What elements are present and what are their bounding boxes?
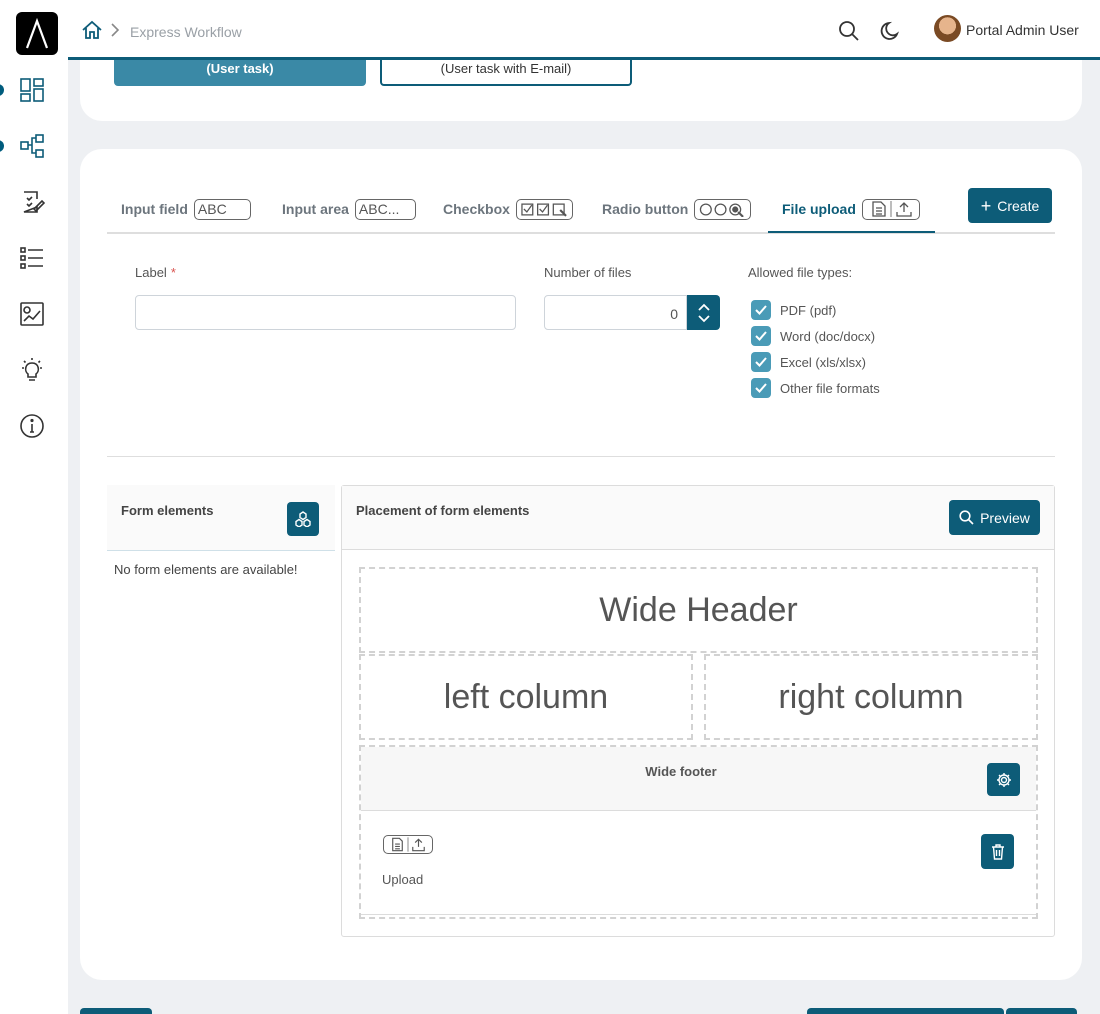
element-type-tabs: Input field ABC Input area ABC... Checkb… (107, 184, 1055, 234)
file-type-label: Other file formats (780, 380, 880, 396)
form-elements-header: Form elements (107, 485, 335, 551)
lightbulb-icon[interactable] (14, 352, 50, 388)
preview-button[interactable]: Preview (949, 500, 1040, 535)
wide-footer-zone[interactable]: Wide footer Upload (359, 745, 1038, 919)
checkbox-checked[interactable] (751, 352, 771, 372)
tab-input-field[interactable]: Input field ABC (121, 184, 251, 234)
user-name[interactable]: Portal Admin User (966, 22, 1079, 38)
wide-footer-header: Wide footer (361, 747, 1036, 811)
form-elements-title: Form elements (121, 503, 214, 518)
form-builder-card: Input field ABC Input area ABC... Checkb… (80, 149, 1082, 980)
allowed-file-types-title: Allowed file types: (748, 265, 853, 280)
cubes-icon (295, 511, 311, 527)
tab-label: Checkbox (443, 201, 510, 217)
search-icon (959, 510, 974, 525)
checkbox-checked[interactable] (751, 378, 771, 398)
sidebar (0, 0, 68, 1014)
search-icon[interactable] (838, 20, 860, 42)
form-elements-panel: Form elements No form elements are avail… (107, 485, 335, 745)
label-input[interactable] (135, 295, 516, 330)
chevron-up-icon[interactable] (697, 303, 710, 311)
breadcrumb-current[interactable]: Express Workflow (130, 24, 242, 40)
list-icon[interactable] (14, 240, 50, 276)
dark-mode-moon-icon[interactable] (880, 20, 902, 42)
upload-element[interactable]: Upload (361, 813, 1036, 915)
avatar[interactable] (934, 15, 961, 42)
placement-header: Placement of form elements Preview (342, 486, 1054, 550)
section-divider (107, 456, 1055, 457)
file-type-other[interactable]: Other file formats (751, 378, 880, 398)
task-type-card: (User task) (User task with E-mail) (80, 60, 1082, 121)
user-task-button[interactable]: (User task) (114, 60, 366, 86)
checkbox-group-icon (515, 198, 573, 220)
statistics-icon[interactable] (14, 296, 50, 332)
tab-label: Radio button (602, 201, 689, 217)
info-icon[interactable] (14, 408, 50, 444)
task-checklist-icon[interactable] (14, 184, 50, 220)
wide-footer-title: Wide footer (645, 764, 717, 779)
tab-input-area[interactable]: Input area ABC... (282, 184, 416, 234)
right-column-zone[interactable]: right column (704, 654, 1038, 740)
create-label: Create (997, 197, 1040, 214)
file-type-excel[interactable]: Excel (xls/xlsx) (751, 352, 866, 372)
app-logo[interactable] (16, 12, 58, 55)
label-field-title: Label * (135, 265, 176, 280)
trash-icon (991, 843, 1004, 860)
workflow-icon[interactable] (14, 128, 50, 164)
checkbox-checked[interactable] (751, 300, 771, 320)
save-button[interactable] (807, 1008, 1004, 1014)
next-button[interactable] (1006, 1008, 1077, 1014)
gear-icon (996, 772, 1011, 787)
dashboard-icon[interactable] (14, 72, 50, 108)
placement-title: Placement of form elements (356, 503, 530, 518)
empty-message: No form elements are available! (114, 562, 298, 577)
text-area-icon: ABC... (354, 198, 416, 220)
radio-group-icon (694, 198, 752, 220)
number-of-files-title: Number of files (544, 265, 632, 280)
home-icon[interactable] (81, 20, 103, 40)
file-type-label: PDF (pdf) (780, 302, 837, 318)
tab-checkbox[interactable]: Checkbox (443, 184, 573, 234)
chevron-right-icon (110, 23, 120, 37)
wide-header-zone[interactable]: Wide Header (359, 567, 1038, 653)
top-header: Express Workflow Portal Admin User (68, 0, 1100, 60)
active-tab-underline (768, 231, 935, 233)
tab-radio-button[interactable]: Radio button (602, 184, 752, 234)
group-elements-button[interactable] (287, 502, 319, 536)
create-button[interactable]: + Create (968, 188, 1052, 223)
number-stepper[interactable] (687, 295, 720, 330)
back-button[interactable] (80, 1008, 152, 1014)
label-title-text: Label (135, 265, 167, 280)
delete-button[interactable] (981, 834, 1014, 869)
chevron-down-icon[interactable] (697, 314, 710, 323)
checkbox-checked[interactable] (751, 326, 771, 346)
required-mark: * (170, 265, 176, 280)
file-type-label: Excel (xls/xlsx) (780, 354, 866, 370)
nav-active-indicator (0, 84, 4, 96)
number-of-files-input[interactable]: 0 (544, 295, 687, 330)
preview-label: Preview (980, 509, 1030, 526)
placement-panel: Placement of form elements Preview Wide … (341, 485, 1055, 937)
tab-label: Input area (282, 201, 349, 217)
tab-label: File upload (782, 201, 856, 217)
tab-label: Input field (121, 201, 188, 217)
file-upload-icon (861, 198, 920, 220)
nav-active-indicator-2 (0, 140, 4, 152)
file-type-label: Word (doc/docx) (780, 328, 876, 344)
plus-icon: + (980, 195, 992, 216)
abc-text-icon: ABC (193, 198, 251, 220)
tab-file-upload[interactable]: File upload (782, 184, 920, 234)
upload-label: Upload (382, 872, 424, 887)
file-type-pdf[interactable]: PDF (pdf) (751, 300, 836, 320)
file-type-word[interactable]: Word (doc/docx) (751, 326, 875, 346)
settings-button[interactable] (987, 763, 1020, 796)
user-task-email-button[interactable]: (User task with E-mail) (380, 60, 632, 86)
left-column-zone[interactable]: left column (359, 654, 693, 740)
file-upload-icon (383, 835, 433, 854)
